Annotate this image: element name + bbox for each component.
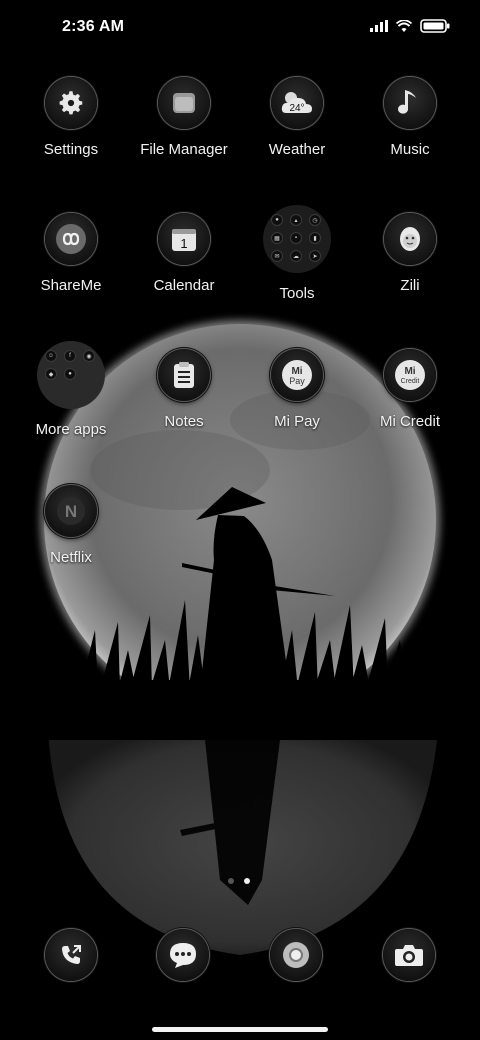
cloud-sun-icon: 24° — [271, 77, 323, 129]
app-label: Netflix — [50, 549, 92, 566]
mi-pay-icon: Mi Pay — [271, 349, 323, 401]
tool-contacts-icon: ● — [272, 215, 282, 225]
chrome-icon — [283, 942, 309, 968]
app-label: Tools — [279, 285, 315, 302]
app-label: Music — [390, 141, 430, 158]
app-music[interactable]: Music — [354, 77, 466, 158]
dock-messages[interactable] — [157, 929, 209, 981]
notepad-icon — [158, 349, 210, 401]
app-more-apps-folder[interactable]: ☺ f ◉ ◆ ● More apps — [15, 341, 127, 438]
phone-icon — [62, 945, 81, 964]
dock-phone[interactable] — [45, 929, 97, 981]
app-label: Notes — [164, 413, 204, 430]
app-shareme[interactable]: ShareMe — [15, 213, 127, 294]
app-tools-folder[interactable]: ● ▴ ◷ ▦ ▪ ▮ ✉ ☁ ➤ Tools — [241, 205, 353, 302]
calendar-icon: 1 — [158, 213, 210, 265]
app-file-manager[interactable]: File Manager — [128, 77, 240, 158]
app-mi-pay[interactable]: Mi Pay Mi Pay — [241, 349, 353, 430]
folder-app-icon: ◆ — [46, 369, 56, 379]
tool-mail-icon: ✉ — [272, 251, 282, 261]
page-dot-2[interactable] — [244, 878, 250, 884]
app-weather[interactable]: 24° Weather — [241, 77, 353, 158]
status-bar: 2:36 AM — [0, 0, 480, 56]
camera-icon — [395, 945, 423, 966]
wifi-icon — [396, 20, 412, 32]
mi-credit-icon: Mi Credit — [384, 349, 436, 401]
app-label: Settings — [43, 141, 99, 158]
mi-credit-top: Mi — [404, 366, 415, 377]
app-settings[interactable]: Settings — [15, 77, 127, 158]
folder-app-icon: f — [65, 351, 75, 361]
tool-scanner-icon: ▦ — [272, 233, 282, 243]
folder-app-icon: ◉ — [84, 351, 94, 361]
tool-compass-icon: ▴ — [291, 215, 301, 225]
app-label: ShareMe — [40, 277, 102, 294]
page-indicator — [228, 878, 250, 884]
music-note-icon — [384, 77, 436, 129]
tool-cloud-icon: ☁ — [291, 251, 301, 261]
app-label: More apps — [35, 421, 107, 438]
status-icons — [370, 19, 450, 33]
tools-folder-icon: ● ▴ ◷ ▦ ▪ ▮ ✉ ☁ ➤ — [263, 205, 331, 273]
app-zili[interactable]: Zili — [354, 213, 466, 294]
app-netflix[interactable]: N Netflix — [15, 485, 127, 566]
netflix-letter: N — [65, 502, 77, 521]
mi-pay-bottom: Pay — [289, 376, 305, 386]
mi-credit-bottom: Credit — [401, 378, 420, 385]
battery-icon — [420, 19, 450, 33]
app-label: File Manager — [140, 141, 228, 158]
calendar-day: 1 — [180, 236, 187, 251]
tool-recorder-icon: ▮ — [310, 233, 320, 243]
folder-icon — [158, 77, 210, 129]
page-dot-1[interactable] — [228, 878, 234, 884]
app-label: Mi Pay — [274, 413, 320, 430]
infinity-icon — [45, 213, 97, 265]
home-indicator[interactable] — [152, 1027, 328, 1032]
tool-clock-icon: ◷ — [310, 215, 320, 225]
dock-chrome[interactable] — [270, 929, 322, 981]
app-label: Calendar — [153, 277, 215, 294]
netflix-icon: N — [45, 485, 97, 537]
tool-grid-icon: ▪ — [291, 233, 301, 243]
gear-icon — [45, 77, 97, 129]
folder-app-icon: ☺ — [46, 351, 56, 361]
dock-camera[interactable] — [383, 929, 435, 981]
more-apps-folder-icon: ☺ f ◉ ◆ ● — [37, 341, 105, 409]
messages-icon — [170, 943, 196, 968]
app-label: Mi Credit — [379, 413, 440, 430]
folder-app-icon: ● — [65, 369, 75, 379]
app-notes[interactable]: Notes — [128, 349, 240, 430]
app-label: Zili — [400, 277, 420, 294]
app-label: Weather — [268, 141, 326, 158]
zili-face-icon — [384, 213, 436, 265]
tool-location-icon: ➤ — [310, 251, 320, 261]
signal-icon — [370, 20, 388, 32]
app-mi-credit[interactable]: Mi Credit Mi Credit — [354, 349, 466, 430]
weather-temp: 24° — [289, 103, 304, 114]
status-time: 2:36 AM — [62, 18, 125, 35]
app-calendar[interactable]: 1 Calendar — [128, 213, 240, 294]
